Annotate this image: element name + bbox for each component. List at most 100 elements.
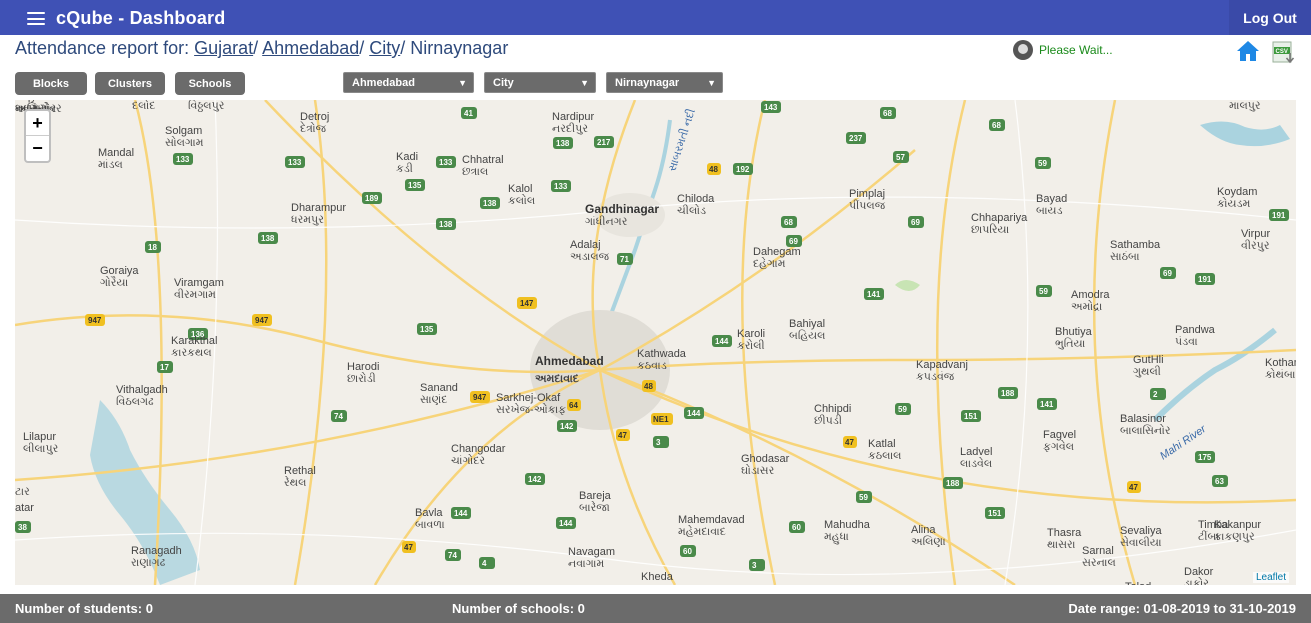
map-place-label: Mandal [98, 147, 134, 159]
map-place-label: Navagam [568, 546, 615, 558]
map-place-label: Chhipdi [814, 403, 851, 415]
svg-text:133: 133 [439, 158, 453, 167]
map-place-local-label: ધરમપુર [291, 214, 324, 226]
schools-button[interactable]: Schools [175, 72, 245, 95]
map-place-local-label: અલિણા [911, 535, 946, 548]
district-select[interactable]: Ahmedabad ▼ [343, 72, 474, 93]
app-title: cQube - Dashboard [56, 8, 226, 28]
leaflet-attribution-link[interactable]: Leaflet [1253, 572, 1290, 583]
map-place-label: Changodar [451, 443, 506, 455]
svg-text:138: 138 [483, 199, 497, 208]
map-place-label: Kothamb [1265, 357, 1296, 369]
loading-status: Please Wait... [1013, 40, 1113, 60]
svg-text:74: 74 [334, 412, 343, 421]
hamburger-menu-icon[interactable] [27, 12, 45, 25]
map-place-label: Sarkhej-Okaf [496, 392, 561, 404]
map-place-local-label: મહુધા [824, 531, 849, 544]
cluster-select-value: Nirnaynagar [615, 77, 680, 89]
home-icon[interactable] [1236, 40, 1260, 62]
report-breadcrumb: Attendance report for: Gujarat/ Ahmedaba… [15, 38, 508, 59]
dropdown-arrow-icon: ▼ [707, 78, 716, 88]
crumb-state[interactable]: Gujarat [194, 38, 253, 58]
svg-text:135: 135 [408, 181, 422, 190]
svg-text:2: 2 [1153, 390, 1158, 399]
map-view[interactable]: 41 143 68 68 237 138 217 133 133 133 57 … [15, 100, 1296, 585]
map-place-label: Kadi [396, 151, 418, 163]
svg-text:138: 138 [556, 139, 570, 148]
csv-download-icon[interactable]: CSV [1271, 40, 1297, 64]
map-place-label: Harodi [347, 361, 379, 373]
zoom-out-button[interactable]: − [26, 136, 49, 161]
map-place-local-label: વિઠલગઢ [116, 395, 154, 408]
svg-text:3: 3 [752, 561, 757, 570]
clusters-button[interactable]: Clusters [95, 72, 165, 95]
svg-text:151: 151 [964, 412, 978, 421]
svg-text:68: 68 [784, 218, 793, 227]
svg-text:133: 133 [176, 155, 190, 164]
svg-text:191: 191 [1198, 275, 1212, 284]
map-place-local-label: લાડવેલ [960, 457, 992, 470]
cluster-select[interactable]: Nirnaynagar ▼ [606, 72, 723, 93]
svg-text:138: 138 [439, 220, 453, 229]
map-place-local-label: દહેગામ [753, 257, 786, 270]
map-place-label: Sanand [420, 382, 458, 394]
map-place-local-label: લીલાપુર [23, 442, 59, 455]
map-place-local-label: અડાલજ [570, 251, 610, 263]
svg-text:59: 59 [1038, 159, 1047, 168]
map-place-label: Solgam [165, 125, 202, 137]
map-place-local-label: અમોદ્રા [1071, 300, 1103, 313]
map-place-label: Viramgam [174, 277, 224, 289]
river-label-sabarmati: સાબરમતી નદી [665, 107, 697, 173]
map-label-malpur: માલપુર [1229, 100, 1261, 112]
map-place-label: Bahiyal [789, 318, 825, 330]
student-count: Number of students: 0 [15, 601, 153, 616]
map-place-label: Bareja [579, 490, 612, 502]
map-place-label: Sathamba [1110, 239, 1161, 251]
crumb-district[interactable]: Ahmedabad [262, 38, 359, 58]
block-select[interactable]: City ▼ [484, 72, 596, 93]
report-prefix: Attendance report for: [15, 38, 195, 58]
logout-button[interactable]: Log Out [1229, 0, 1311, 35]
map-place-local-label: કરોલી [737, 339, 765, 352]
map-place-label: Kapadvanj [916, 359, 968, 371]
district-select-value: Ahmedabad [352, 77, 415, 89]
map-place-local-label: ગોરૈયા [100, 275, 128, 289]
svg-text:142: 142 [528, 475, 542, 484]
zoom-control: + − [24, 109, 51, 163]
map-place-local-label: ચીલોડ [677, 204, 706, 217]
svg-text:947: 947 [88, 316, 102, 325]
map-place-local-label: માંડલ [98, 158, 123, 171]
map-place-local-label: કપડવંજ [916, 370, 955, 383]
map-place-label: Kheda [641, 571, 674, 583]
crumb-block[interactable]: City [369, 38, 400, 58]
svg-text:59: 59 [898, 405, 907, 414]
svg-text:144: 144 [559, 519, 573, 528]
svg-text:217: 217 [597, 138, 611, 147]
svg-text:38: 38 [18, 523, 27, 532]
svg-text:CSV: CSV [1276, 49, 1288, 55]
svg-text:135: 135 [420, 325, 434, 334]
map-place-label: Nardipur [552, 111, 595, 123]
map-place-label: Adalaj [570, 239, 601, 251]
map-place-local-label: વીરમગામ [174, 288, 216, 301]
map-place-local-label: છીપડી [814, 414, 842, 427]
map-place-local-label: છત્રાલ [462, 166, 488, 178]
svg-text:59: 59 [859, 493, 868, 502]
map-place-local-label: નવાગામ [568, 558, 604, 570]
blocks-button[interactable]: Blocks [15, 72, 87, 95]
map-place-label: Kakanpur [1214, 519, 1261, 531]
map-place-local-label: રાણાગઢ [131, 557, 166, 569]
svg-text:188: 188 [946, 479, 960, 488]
map-place-label: Katlal [868, 438, 896, 450]
map-place-local-label: બહિયલ [789, 329, 825, 342]
map-place-local-label: સરનાલ [1082, 557, 1116, 569]
map-place-local-label: કઠલાલ [868, 450, 902, 462]
map-place-label: GutHli [1133, 354, 1164, 366]
svg-text:NE1: NE1 [653, 415, 669, 424]
map-place-label: Talod [1125, 581, 1151, 585]
zoom-in-button[interactable]: + [26, 111, 49, 136]
map-place-label: Gandhinagar [585, 202, 659, 216]
map-place-local-label: સરખેજ-ઓકાફ [496, 403, 566, 416]
svg-text:947: 947 [255, 316, 269, 325]
svg-text:142: 142 [560, 422, 574, 431]
